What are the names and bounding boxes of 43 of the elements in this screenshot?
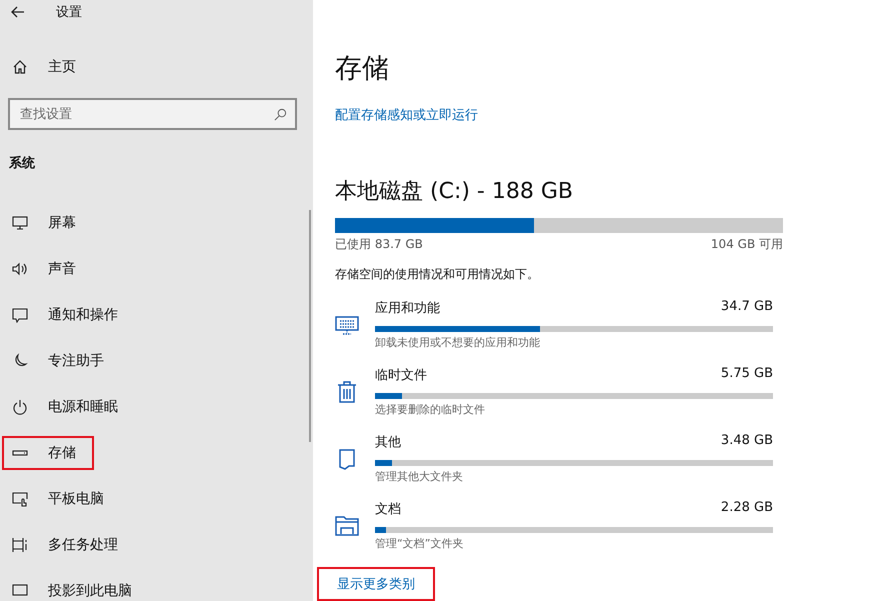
sidebar-item[interactable]: 声音	[2, 252, 94, 286]
section-heading: 系统	[9, 154, 36, 172]
sidebar-item[interactable]: 通知和操作	[2, 298, 136, 332]
message-icon	[12, 307, 28, 323]
category-hint: 选择要删除的临时文件	[375, 402, 486, 417]
monitor-icon	[12, 215, 28, 231]
free-label: 104 GB 可用	[710, 236, 783, 253]
disk-title: 本地磁盘 (C:) - 188 GB	[335, 178, 574, 206]
page-title: 存储	[335, 52, 390, 86]
category-name[interactable]: 临时文件	[375, 366, 427, 384]
trash-icon	[335, 380, 359, 404]
used-label: 已使用 83.7 GB	[335, 236, 423, 253]
back-arrow-icon[interactable]	[10, 4, 26, 20]
category-hint: 管理其他大文件夹	[375, 469, 464, 484]
category-hint: 管理“文档”文件夹	[375, 536, 464, 551]
tablet-touch-icon	[12, 491, 28, 507]
speaker-icon	[12, 261, 28, 277]
sidebar-item[interactable]: 专注助手	[2, 344, 122, 378]
category-size: 34.7 GB	[720, 299, 773, 316]
category-name[interactable]: 应用和功能	[375, 299, 440, 317]
sidebar-item[interactable]: 存储	[2, 436, 94, 470]
home-nav-item[interactable]: 主页	[2, 50, 94, 84]
sidebar-item[interactable]: 电源和睡眠	[2, 390, 136, 424]
sidebar-item[interactable]: 投影到此电脑	[2, 574, 150, 601]
power-icon	[12, 399, 28, 415]
home-icon	[12, 59, 28, 75]
category-name[interactable]: 其他	[375, 433, 401, 451]
show-more-categories-link[interactable]: 显示更多类别	[317, 567, 435, 601]
category-name[interactable]: 文档	[375, 500, 401, 518]
category-size: 5.75 GB	[720, 366, 773, 383]
search-field[interactable]: 查找设置	[8, 98, 297, 130]
category-size: 3.48 GB	[720, 433, 773, 450]
category-hint: 卸载未使用或不想要的应用和功能	[375, 335, 541, 350]
folder-icon	[335, 514, 359, 538]
window-title: 设置	[56, 4, 82, 21]
storage-sense-link[interactable]: 配置存储感知或立即运行	[335, 106, 478, 124]
summary-text: 存储空间的使用情况和可用情况如下。	[335, 266, 540, 283]
search-icon	[274, 108, 287, 121]
sidebar-item[interactable]: 屏幕	[2, 206, 94, 240]
category-size: 2.28 GB	[720, 500, 773, 517]
sidebar-item[interactable]: 平板电脑	[2, 482, 122, 516]
multitask-icon	[12, 537, 28, 553]
sidebar-item[interactable]: 多任务处理	[2, 528, 136, 562]
